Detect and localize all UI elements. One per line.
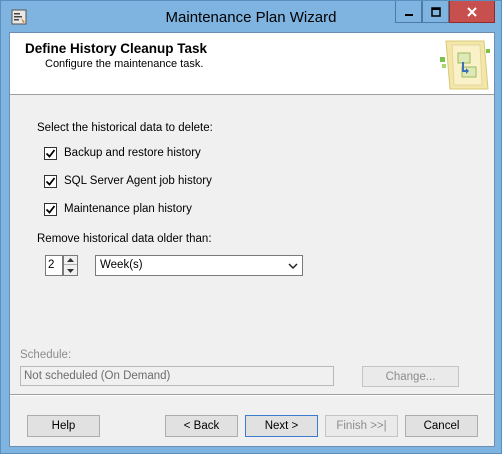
- agent-job-history-label[interactable]: SQL Server Agent job history: [64, 175, 212, 187]
- backup-restore-history-checkbox[interactable]: [44, 147, 57, 160]
- wizard-window: Maintenance Plan Wizard Define History C…: [0, 0, 502, 454]
- backup-restore-history-label[interactable]: Backup and restore history: [64, 147, 201, 159]
- select-data-label: Select the historical data to delete:: [37, 122, 213, 134]
- checkmark-icon: [45, 177, 56, 186]
- spin-down-icon: [67, 268, 74, 273]
- time-unit-dropdown[interactable]: Week(s): [95, 255, 303, 276]
- title-bar[interactable]: Maintenance Plan Wizard: [1, 1, 501, 32]
- older-than-label: Remove historical data older than:: [37, 233, 212, 245]
- dropdown-arrow-icon: [288, 263, 298, 270]
- help-button[interactable]: Help: [27, 415, 100, 437]
- page-subtitle: Configure the maintenance task.: [45, 58, 204, 70]
- spin-up-button[interactable]: [64, 256, 77, 265]
- maximize-button[interactable]: [422, 1, 449, 23]
- minimize-icon: [404, 13, 413, 16]
- back-button[interactable]: < Back: [165, 415, 238, 437]
- older-than-spinner[interactable]: [63, 255, 78, 276]
- page-header: Define History Cleanup Task Configure th…: [10, 33, 494, 95]
- maintenance-plan-history-checkbox[interactable]: [44, 203, 57, 216]
- next-button[interactable]: Next >: [245, 415, 318, 437]
- checkmark-icon: [45, 205, 56, 214]
- schedule-field: Not scheduled (On Demand): [20, 366, 334, 386]
- schedule-label: Schedule:: [20, 349, 72, 361]
- cancel-button[interactable]: Cancel: [405, 415, 478, 437]
- change-schedule-button[interactable]: Change...: [362, 366, 459, 387]
- older-than-value-input[interactable]: 2: [45, 255, 63, 276]
- wizard-client-area: Define History Cleanup Task Configure th…: [9, 32, 495, 447]
- finish-button[interactable]: Finish >>|: [325, 415, 398, 437]
- agent-job-history-checkbox[interactable]: [44, 175, 57, 188]
- spin-down-button[interactable]: [64, 266, 77, 275]
- maximize-icon: [430, 6, 441, 17]
- page-title: Define History Cleanup Task: [25, 41, 208, 56]
- time-unit-value: Week(s): [100, 259, 143, 271]
- checkmark-icon: [45, 149, 56, 158]
- close-button[interactable]: [449, 1, 495, 23]
- close-icon: [467, 6, 477, 17]
- footer-separator: [10, 394, 494, 396]
- minimize-button[interactable]: [395, 1, 422, 23]
- wizard-graphic-icon: [440, 40, 490, 90]
- maintenance-plan-history-label[interactable]: Maintenance plan history: [64, 203, 192, 215]
- spin-up-icon: [67, 258, 74, 262]
